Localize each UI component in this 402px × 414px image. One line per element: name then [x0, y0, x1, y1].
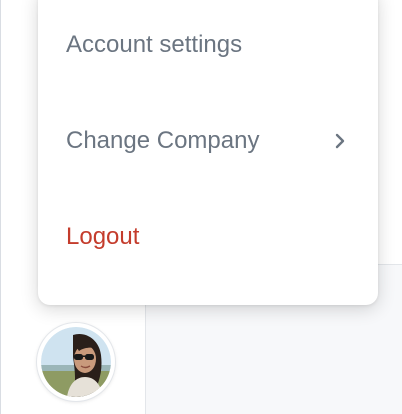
account-settings-menu-item[interactable]: Account settings: [66, 23, 350, 67]
user-dropdown-menu: Account settings Change Company Logout: [38, 0, 378, 305]
chevron-right-icon: [330, 131, 350, 151]
logout-label: Logout: [66, 223, 140, 250]
avatar-image: [41, 327, 111, 397]
logout-menu-item[interactable]: Logout: [66, 215, 350, 259]
window-left-border: [0, 0, 1, 414]
change-company-menu-item[interactable]: Change Company: [66, 119, 350, 163]
change-company-label: Change Company: [66, 127, 260, 154]
account-settings-label: Account settings: [66, 31, 243, 58]
user-avatar-button[interactable]: [37, 323, 115, 401]
